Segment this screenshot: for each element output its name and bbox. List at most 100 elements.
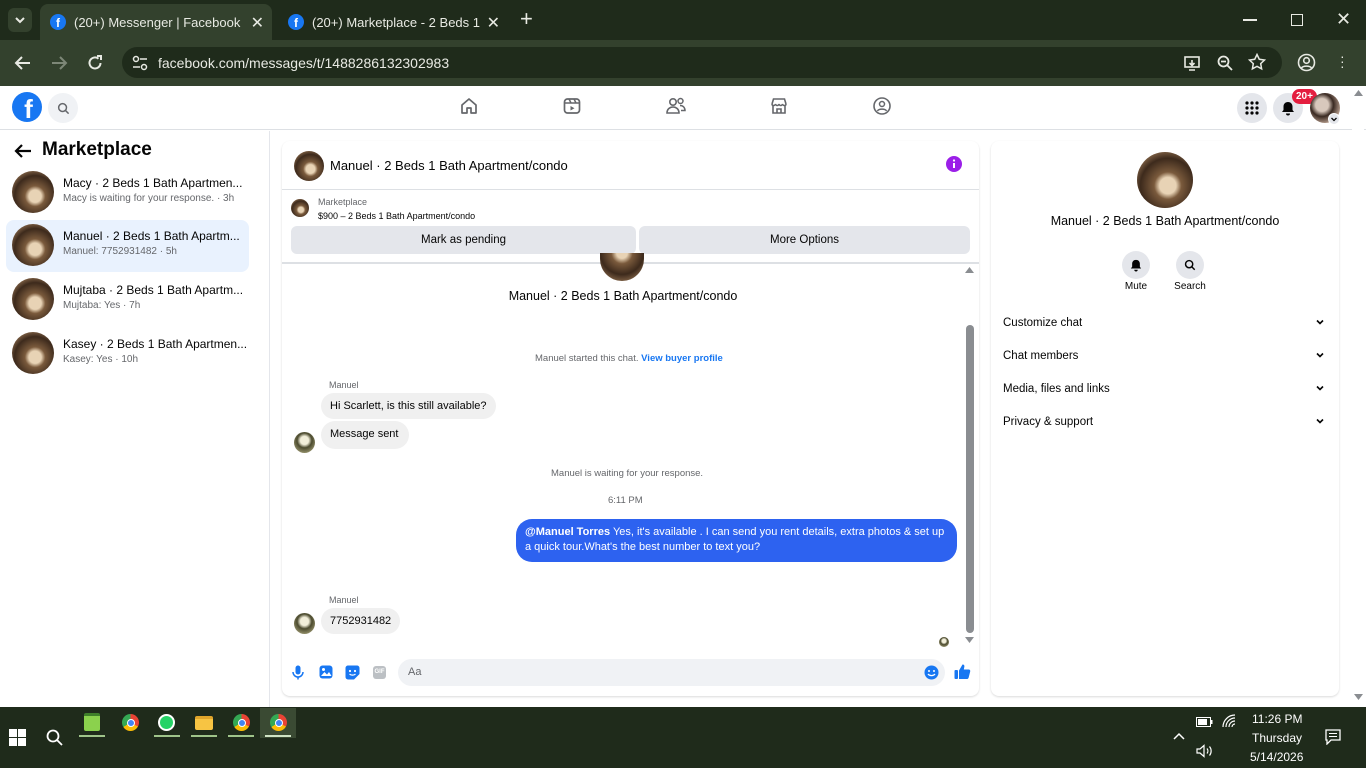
notepad-app-icon[interactable]	[84, 713, 100, 731]
my-message-bubble[interactable]: @Manuel Torres Yes, it's available . I c…	[516, 519, 957, 562]
listing-thumbnail[interactable]	[291, 199, 309, 217]
listing-thumbnail	[12, 171, 54, 213]
chrome-app-icon[interactable]	[122, 714, 139, 731]
search-in-chat-button[interactable]	[1176, 251, 1204, 279]
account-chevron-icon[interactable]	[1328, 113, 1340, 125]
sender-avatar	[294, 432, 315, 453]
url-text: facebook.com/messages/t/1488286132302983	[158, 55, 450, 71]
profile-icon[interactable]	[1297, 53, 1316, 72]
info-icon[interactable]	[946, 156, 962, 172]
forward-arrow-icon[interactable]	[50, 54, 68, 72]
mention[interactable]: @Manuel Torres	[525, 526, 610, 538]
photo-icon[interactable]	[319, 665, 333, 679]
marketplace-icon[interactable]	[769, 96, 789, 116]
conversation-item-mujtaba[interactable]: Mujtaba · 2 Beds 1 Bath Apartm... Mujtab…	[6, 274, 249, 326]
app-running-indicator	[265, 735, 291, 737]
windows-start-icon[interactable]	[9, 729, 26, 746]
clock-day[interactable]: Thursday	[1252, 731, 1302, 745]
chat-title[interactable]: Manuel · 2 Beds 1 Bath Apartment/condo	[330, 158, 568, 173]
listing-thumbnail	[12, 278, 54, 320]
section-customize-chat[interactable]: Customize chat	[1003, 317, 1325, 337]
action-center-icon[interactable]	[1325, 729, 1341, 745]
message-bubble[interactable]: 7752931482	[321, 608, 401, 634]
groups-gaming-icon[interactable]	[872, 96, 892, 116]
show-hidden-icons-chevron-icon[interactable]	[1173, 732, 1185, 740]
address-bar[interactable]: facebook.com/messages/t/1488286132302983	[122, 47, 1282, 78]
scroll-up-arrow-icon[interactable]	[1354, 90, 1363, 96]
message-bubble[interactable]: Message sent	[321, 421, 410, 449]
view-buyer-profile-link[interactable]: View buyer profile	[641, 353, 723, 364]
search-icon[interactable]	[46, 729, 63, 746]
listing-detail[interactable]: $900 – 2 Beds 1 Bath Apartment/condo	[318, 211, 475, 221]
menu-button[interactable]	[1237, 93, 1267, 123]
tab-messenger[interactable]: f (20+) Messenger | Facebook ✕	[40, 4, 272, 40]
section-chat-members[interactable]: Chat members	[1003, 350, 1325, 370]
info-title: Manuel · 2 Beds 1 Bath Apartment/condo	[1050, 214, 1280, 228]
listing-thumbnail	[12, 224, 54, 266]
clock-time[interactable]: 11:26 PM	[1252, 712, 1302, 726]
page-scrollbar[interactable]	[1352, 88, 1364, 706]
timestamp: 6:11 PM	[608, 495, 643, 506]
chrome-profile-app-icon[interactable]	[233, 714, 250, 731]
scroll-up-arrow-icon[interactable]	[965, 267, 974, 273]
chat-scrollbar-thumb[interactable]	[966, 325, 974, 633]
conversation-item-kasey[interactable]: Kasey · 2 Beds 1 Bath Apartmen... Kasey:…	[6, 328, 249, 380]
search-button[interactable]	[48, 93, 78, 123]
gif-icon[interactable]: GIF	[373, 666, 386, 679]
chrome-menu-icon[interactable]: · · ·	[1340, 49, 1345, 73]
restore-button[interactable]	[1291, 14, 1303, 26]
mark-pending-button[interactable]: Mark as pending	[291, 226, 636, 254]
new-tab-button[interactable]: +	[520, 8, 533, 30]
facebook-favicon-icon: f	[50, 14, 66, 30]
minimize-button[interactable]	[1243, 19, 1257, 21]
chevron-down-icon	[15, 17, 25, 24]
wifi-icon[interactable]	[1222, 714, 1236, 728]
mute-button[interactable]	[1122, 251, 1150, 279]
message-input[interactable]: Aa	[398, 659, 945, 686]
section-label: Privacy & support	[1003, 416, 1094, 428]
search-icon	[57, 102, 69, 114]
section-media-files-links[interactable]: Media, files and links	[1003, 383, 1325, 403]
section-label: Media, files and links	[1003, 383, 1110, 395]
section-privacy-support[interactable]: Privacy & support	[1003, 416, 1325, 436]
facebook-logo[interactable]: f	[12, 92, 42, 122]
close-tab-icon[interactable]: ✕	[251, 13, 264, 33]
close-window-button[interactable]: ✕	[1336, 9, 1351, 30]
emoji-icon[interactable]	[924, 665, 939, 680]
grid-menu-icon	[1245, 101, 1259, 115]
back-arrow-icon[interactable]	[14, 54, 32, 72]
reload-icon[interactable]	[86, 54, 104, 72]
clock-date[interactable]: 5/14/2026	[1250, 750, 1303, 764]
scroll-down-arrow-icon[interactable]	[965, 637, 974, 643]
facebook-favicon-icon: f	[288, 14, 304, 30]
tab-marketplace[interactable]: f (20+) Marketplace - 2 Beds 1 Ba ✕	[278, 4, 508, 40]
conversation-item-manuel[interactable]: Manuel · 2 Beds 1 Bath Apartm... Manuel:…	[6, 220, 249, 272]
message-bubble[interactable]: Hi Scarlett, is this still available?	[321, 393, 496, 419]
close-tab-icon[interactable]: ✕	[487, 13, 500, 33]
zoom-icon[interactable]	[1216, 54, 1234, 72]
sticker-icon[interactable]	[345, 665, 360, 680]
install-app-icon[interactable]	[1183, 54, 1201, 72]
tab-search-button[interactable]	[8, 8, 32, 32]
video-icon[interactable]	[562, 96, 582, 116]
listing-thumbnail	[12, 332, 54, 374]
chrome-active-app-icon[interactable]	[270, 714, 287, 731]
battery-icon[interactable]	[1196, 717, 1213, 727]
thumbs-up-icon[interactable]	[954, 663, 971, 680]
microphone-icon[interactable]	[292, 665, 304, 680]
bookmark-star-icon[interactable]	[1248, 53, 1266, 71]
file-explorer-app-icon[interactable]	[195, 716, 213, 730]
more-options-button[interactable]: More Options	[639, 226, 970, 254]
friends-icon[interactable]	[665, 96, 687, 116]
back-arrow-icon[interactable]	[14, 143, 32, 159]
app-running-indicator	[154, 735, 180, 737]
volume-icon[interactable]	[1196, 744, 1213, 758]
scroll-down-arrow-icon[interactable]	[1354, 694, 1363, 700]
chat-avatar[interactable]	[294, 151, 324, 181]
home-icon[interactable]	[459, 96, 479, 116]
info-avatar[interactable]	[1137, 152, 1193, 208]
whatsapp-app-icon[interactable]	[158, 714, 175, 731]
conversation-item-macy[interactable]: Macy · 2 Beds 1 Bath Apartmen... Macy is…	[6, 167, 249, 219]
site-settings-icon[interactable]	[132, 55, 148, 71]
browser-tab-bar: f (20+) Messenger | Facebook ✕ f (20+) M…	[0, 0, 1366, 40]
